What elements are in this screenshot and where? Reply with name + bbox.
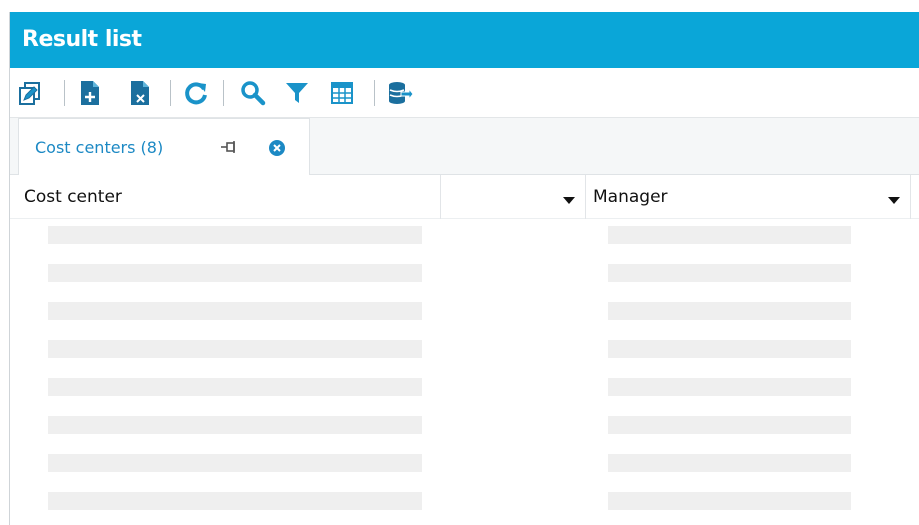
toolbar-separator xyxy=(170,80,171,106)
toolbar xyxy=(10,68,919,118)
manager-cell-placeholder xyxy=(608,302,851,320)
column-dropdown-arrow-icon[interactable] xyxy=(562,191,576,204)
column-dropdown-arrow-icon[interactable] xyxy=(887,191,901,204)
column-header-manager[interactable]: Manager xyxy=(593,175,668,219)
column-divider xyxy=(910,175,911,219)
cost-center-cell-placeholder xyxy=(48,378,422,396)
toolbar-separator xyxy=(223,80,224,106)
manager-cell-placeholder xyxy=(608,226,851,244)
edit-icon[interactable] xyxy=(16,79,44,107)
table-row[interactable] xyxy=(10,302,919,340)
table-row[interactable] xyxy=(10,454,919,492)
cost-center-cell-placeholder xyxy=(48,264,422,282)
column-divider xyxy=(440,175,441,219)
search-icon[interactable] xyxy=(239,79,267,107)
manager-cell-placeholder xyxy=(608,492,851,510)
cost-center-cell-placeholder xyxy=(48,492,422,510)
cost-center-cell-placeholder xyxy=(48,302,422,320)
column-header-cost-center[interactable]: Cost center xyxy=(24,175,122,219)
cost-center-cell-placeholder xyxy=(48,454,422,472)
close-icon[interactable] xyxy=(268,139,286,157)
manager-cell-placeholder xyxy=(608,264,851,282)
manager-cell-placeholder xyxy=(608,340,851,358)
table-row[interactable] xyxy=(10,340,919,378)
cost-center-cell-placeholder xyxy=(48,226,422,244)
cost-center-cell-placeholder xyxy=(48,416,422,434)
tab-cost-centers[interactable]: Cost centers (8) xyxy=(18,118,310,175)
filter-icon[interactable] xyxy=(283,79,311,107)
table-row[interactable] xyxy=(10,492,919,525)
tabstrip: Cost centers (8) xyxy=(10,118,919,175)
pin-icon[interactable] xyxy=(218,139,238,155)
table-row[interactable] xyxy=(10,264,919,302)
manager-cell-placeholder xyxy=(608,416,851,434)
database-export-icon[interactable] xyxy=(386,79,414,107)
window-title: Result list xyxy=(10,12,919,68)
table-view-icon[interactable] xyxy=(328,79,356,107)
manager-cell-placeholder xyxy=(608,454,851,472)
table-row[interactable] xyxy=(10,378,919,416)
column-divider[interactable] xyxy=(585,175,586,219)
new-document-icon[interactable] xyxy=(76,79,104,107)
cost-center-cell-placeholder xyxy=(48,340,422,358)
toolbar-separator xyxy=(374,80,375,106)
table-row[interactable] xyxy=(10,416,919,454)
delete-document-icon[interactable] xyxy=(126,79,154,107)
result-rows xyxy=(10,219,919,525)
refresh-icon[interactable] xyxy=(182,79,210,107)
manager-cell-placeholder xyxy=(608,378,851,396)
toolbar-separator xyxy=(64,80,65,106)
table-row[interactable] xyxy=(10,226,919,264)
tab-label: Cost centers (8) xyxy=(35,137,164,157)
grid-header: Cost center Manager xyxy=(10,175,919,219)
